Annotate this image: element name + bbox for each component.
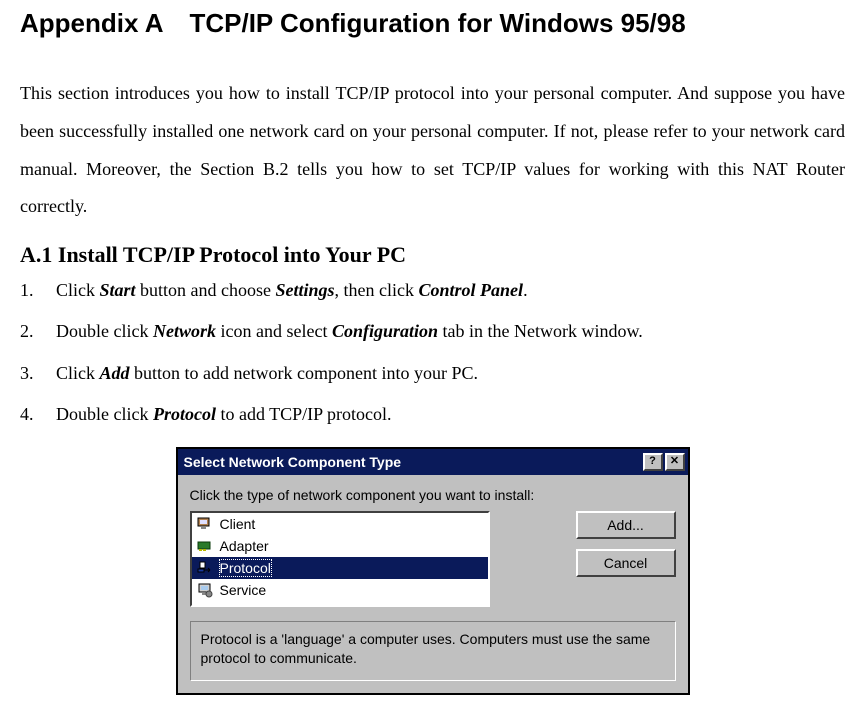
step-3: 3. Click Add button to add network compo…	[20, 361, 845, 386]
dialog-prompt: Click the type of network component you …	[190, 487, 676, 503]
step-number: 4.	[20, 402, 56, 427]
add-button[interactable]: Add...	[576, 511, 676, 539]
list-item-label: Adapter	[220, 538, 269, 554]
step-number: 3.	[20, 361, 56, 386]
list-item-label: Protocol	[220, 560, 271, 576]
list-item-client[interactable]: Client	[192, 513, 488, 535]
step-2: 2. Double click Network icon and select …	[20, 319, 845, 344]
component-type-list[interactable]: Client Adapter Protocol	[190, 511, 490, 607]
dialog-title: Select Network Component Type	[184, 454, 402, 470]
page-title: Appendix A TCP/IP Configuration for Wind…	[20, 8, 845, 39]
intro-paragraph: This section introduces you how to insta…	[20, 75, 845, 226]
step-text: Click Add button to add network componen…	[56, 361, 845, 386]
protocol-icon	[196, 559, 214, 577]
step-1: 1. Click Start button and choose Setting…	[20, 278, 845, 303]
close-button[interactable]: ✕	[665, 453, 685, 471]
list-item-adapter[interactable]: Adapter	[192, 535, 488, 557]
step-text: Double click Network icon and select Con…	[56, 319, 845, 344]
list-item-label: Client	[220, 516, 256, 532]
step-text: Double click Protocol to add TCP/IP prot…	[56, 402, 845, 427]
client-icon	[196, 515, 214, 533]
step-number: 1.	[20, 278, 56, 303]
description-box: Protocol is a 'language' a computer uses…	[190, 621, 676, 681]
cancel-button[interactable]: Cancel	[576, 549, 676, 577]
list-item-service[interactable]: Service	[192, 579, 488, 601]
help-icon: ?	[649, 456, 656, 467]
select-component-dialog: Select Network Component Type ? ✕ Click …	[176, 447, 690, 695]
help-button[interactable]: ?	[643, 453, 663, 471]
step-4: 4. Double click Protocol to add TCP/IP p…	[20, 402, 845, 427]
step-number: 2.	[20, 319, 56, 344]
section-a1-heading: A.1 Install TCP/IP Protocol into Your PC	[20, 242, 845, 268]
list-item-label: Service	[220, 582, 267, 598]
adapter-icon	[196, 537, 214, 555]
list-item-protocol[interactable]: Protocol	[192, 557, 488, 579]
close-icon: ✕	[670, 456, 679, 467]
dialog-titlebar[interactable]: Select Network Component Type ? ✕	[178, 449, 688, 475]
step-text: Click Start button and choose Settings, …	[56, 278, 845, 303]
service-icon	[196, 581, 214, 599]
